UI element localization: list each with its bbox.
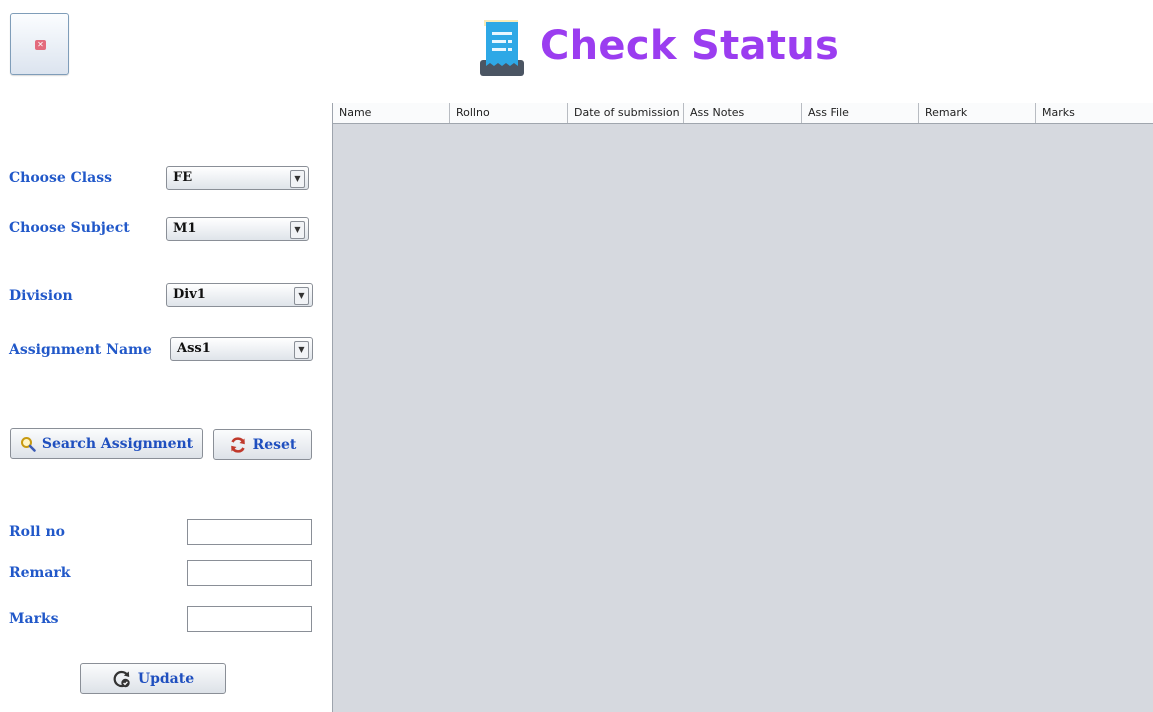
class-value: FE — [173, 170, 193, 185]
rollno-label: Roll no — [9, 524, 65, 540]
chevron-down-icon[interactable]: ▼ — [290, 170, 305, 188]
subject-combobox[interactable]: M1 ▼ — [166, 217, 309, 241]
search-assignment-label: Search Assignment — [41, 435, 194, 452]
reset-label: Reset — [252, 436, 297, 453]
close-icon: ✕ — [35, 40, 46, 50]
page-title: Check Status — [540, 23, 840, 69]
search-icon — [20, 436, 36, 452]
column-header-notes[interactable]: Ass Notes — [684, 103, 802, 123]
subject-value: M1 — [173, 221, 197, 236]
marks-label: Marks — [9, 611, 59, 627]
column-header-remark[interactable]: Remark — [919, 103, 1036, 123]
assignment-label: Assignment Name — [9, 342, 152, 358]
remark-label: Remark — [9, 565, 71, 581]
table-header: Name Rollno Date of submission Ass Notes… — [333, 103, 1153, 124]
chevron-down-icon[interactable]: ▼ — [294, 287, 309, 305]
subject-label: Choose Subject — [9, 220, 130, 236]
update-icon — [113, 670, 130, 687]
rollno-input[interactable] — [187, 519, 312, 545]
page-header: Check Status — [478, 18, 878, 78]
class-label: Choose Class — [9, 170, 112, 186]
class-combobox[interactable]: FE ▼ — [166, 166, 309, 190]
chevron-down-icon[interactable]: ▼ — [290, 221, 305, 239]
column-header-file[interactable]: Ass File — [802, 103, 919, 123]
refresh-icon — [230, 436, 245, 453]
division-value: Div1 — [173, 287, 206, 302]
column-header-marks[interactable]: Marks — [1036, 103, 1153, 123]
column-header-date[interactable]: Date of submission — [568, 103, 684, 123]
receipt-icon — [480, 20, 524, 76]
column-header-name[interactable]: Name — [333, 103, 450, 123]
update-label: Update — [137, 670, 195, 687]
search-assignment-button[interactable]: Search Assignment — [10, 428, 203, 459]
reset-button[interactable]: Reset — [213, 429, 312, 460]
remark-input[interactable] — [187, 560, 312, 586]
division-combobox[interactable]: Div1 ▼ — [166, 283, 313, 307]
assignments-table[interactable]: Name Rollno Date of submission Ass Notes… — [332, 103, 1153, 712]
column-header-rollno[interactable]: Rollno — [450, 103, 568, 123]
assignment-value: Ass1 — [177, 341, 211, 356]
update-button[interactable]: Update — [80, 663, 226, 694]
marks-input[interactable] — [187, 606, 312, 632]
chevron-down-icon[interactable]: ▼ — [294, 341, 309, 359]
division-label: Division — [9, 288, 73, 304]
assignment-combobox[interactable]: Ass1 ▼ — [170, 337, 313, 361]
close-button[interactable]: ✕ — [10, 13, 69, 75]
